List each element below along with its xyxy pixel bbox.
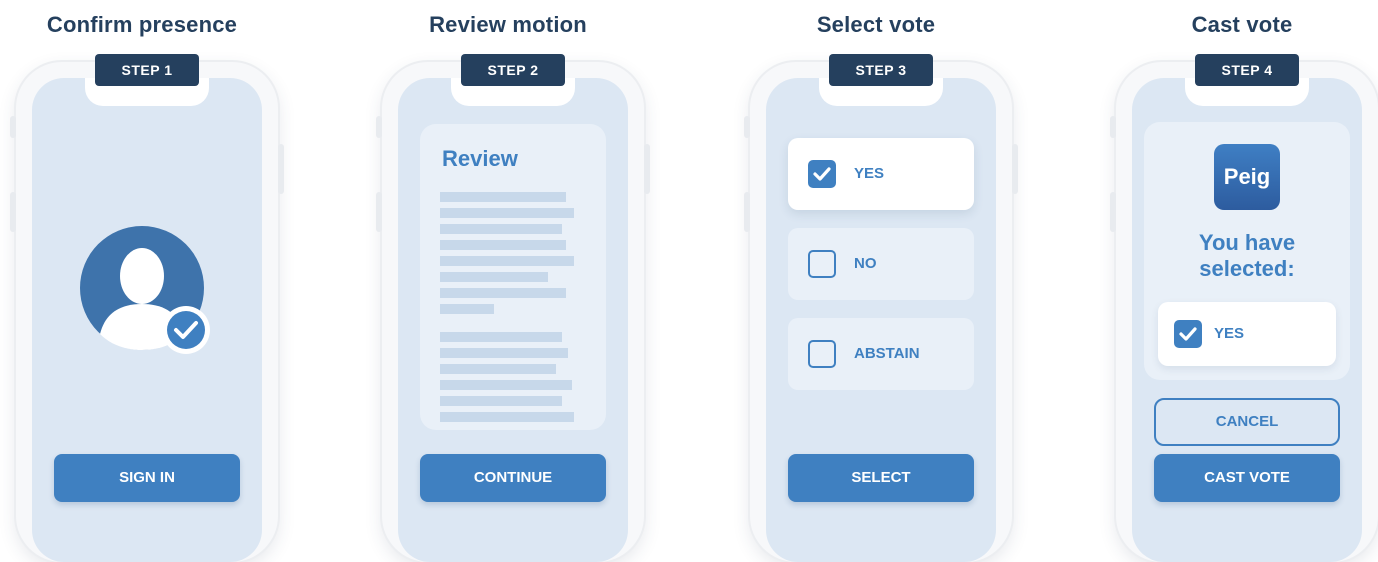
option-label: YES [1214,325,1245,342]
step-badge: STEP 3 [829,54,933,86]
text-line-placeholder [440,272,548,282]
checkbox-empty-icon[interactable] [808,340,836,368]
phone-side-button [1012,144,1018,194]
text-line-placeholder [440,396,562,406]
step-title: Review motion [429,12,587,37]
phone-side-button [744,192,750,232]
text-line-placeholder [440,224,562,234]
phone-side-button [10,116,16,138]
text-line-placeholder [440,348,568,358]
phone-side-button [744,116,750,138]
checkbox-empty-icon[interactable] [808,250,836,278]
selected-heading: You have selected: [1198,230,1296,281]
sign-in-button[interactable]: SIGN IN [54,454,240,502]
step-2-column: Review motion Review CONTINUE STEP 2 [376,0,650,562]
cancel-button[interactable]: CANCEL [1154,398,1340,446]
confirmation-card: Peig You have selected: YES [1144,122,1350,380]
phone-mockup: SIGN IN STEP 1 [10,54,284,562]
text-line-placeholder [440,332,562,342]
user-verified-icon [80,226,210,354]
checkbox-checked-icon [1174,320,1202,348]
checkbox-checked-icon[interactable] [808,160,836,188]
phone-side-button [376,192,382,232]
step-4-column: Cast vote Peig You have selected: YES CAN… [1110,0,1378,562]
step-1-column: Confirm presence SIGN IN STEP 1 [10,0,284,562]
step-badge: STEP 4 [1195,54,1299,86]
vote-option-no[interactable]: NO [788,228,974,300]
step-badge: STEP 2 [461,54,565,86]
cast-vote-button[interactable]: CAST VOTE [1154,454,1340,502]
option-label: YES [854,165,885,182]
text-line-placeholder [440,412,574,422]
text-line-placeholder [440,304,494,314]
step-title: Confirm presence [46,12,238,37]
motion-document: Review [420,124,606,430]
select-button[interactable]: SELECT [788,454,974,502]
step-title: Select vote [816,12,936,37]
option-label: ABSTAIN [854,345,920,362]
option-label: NO [854,255,877,272]
text-line-placeholder [440,380,572,390]
phone-side-button [1110,192,1116,232]
phone-side-button [278,144,284,194]
phone-screen: SIGN IN [32,78,262,562]
phone-side-button [10,192,16,232]
phone-side-button [644,144,650,194]
text-line-placeholder [440,364,556,374]
text-line-placeholder [440,192,566,202]
phone-mockup: YES NO ABSTAIN SELECT STEP 3 [744,54,1018,562]
phone-side-button [1110,116,1116,138]
step-title: Cast vote [1191,12,1293,37]
phone-screen: Review CONTINUE [398,78,628,562]
phone-side-button [376,116,382,138]
continue-button[interactable]: CONTINUE [420,454,606,502]
phone-screen: Peig You have selected: YES CANCEL CAST V… [1132,78,1362,562]
peig-logo: Peig [1214,144,1280,210]
vote-option-yes[interactable]: YES [788,138,974,210]
phone-mockup: Peig You have selected: YES CANCEL CAST V… [1110,54,1378,562]
step-badge: STEP 1 [95,54,199,86]
vote-option-abstain[interactable]: ABSTAIN [788,318,974,390]
text-line-placeholder [440,208,574,218]
phone-screen: YES NO ABSTAIN SELECT [766,78,996,562]
document-title: Review [442,146,518,171]
selected-vote-option: YES [1158,302,1336,366]
step-3-column: Select vote YES NO ABSTAIN SELECT STEP 3 [744,0,1018,562]
phone-mockup: Review CONTINUE STEP 2 [376,54,650,562]
text-line-placeholder [440,256,574,266]
text-line-placeholder [440,240,566,250]
text-line-placeholder [440,288,566,298]
